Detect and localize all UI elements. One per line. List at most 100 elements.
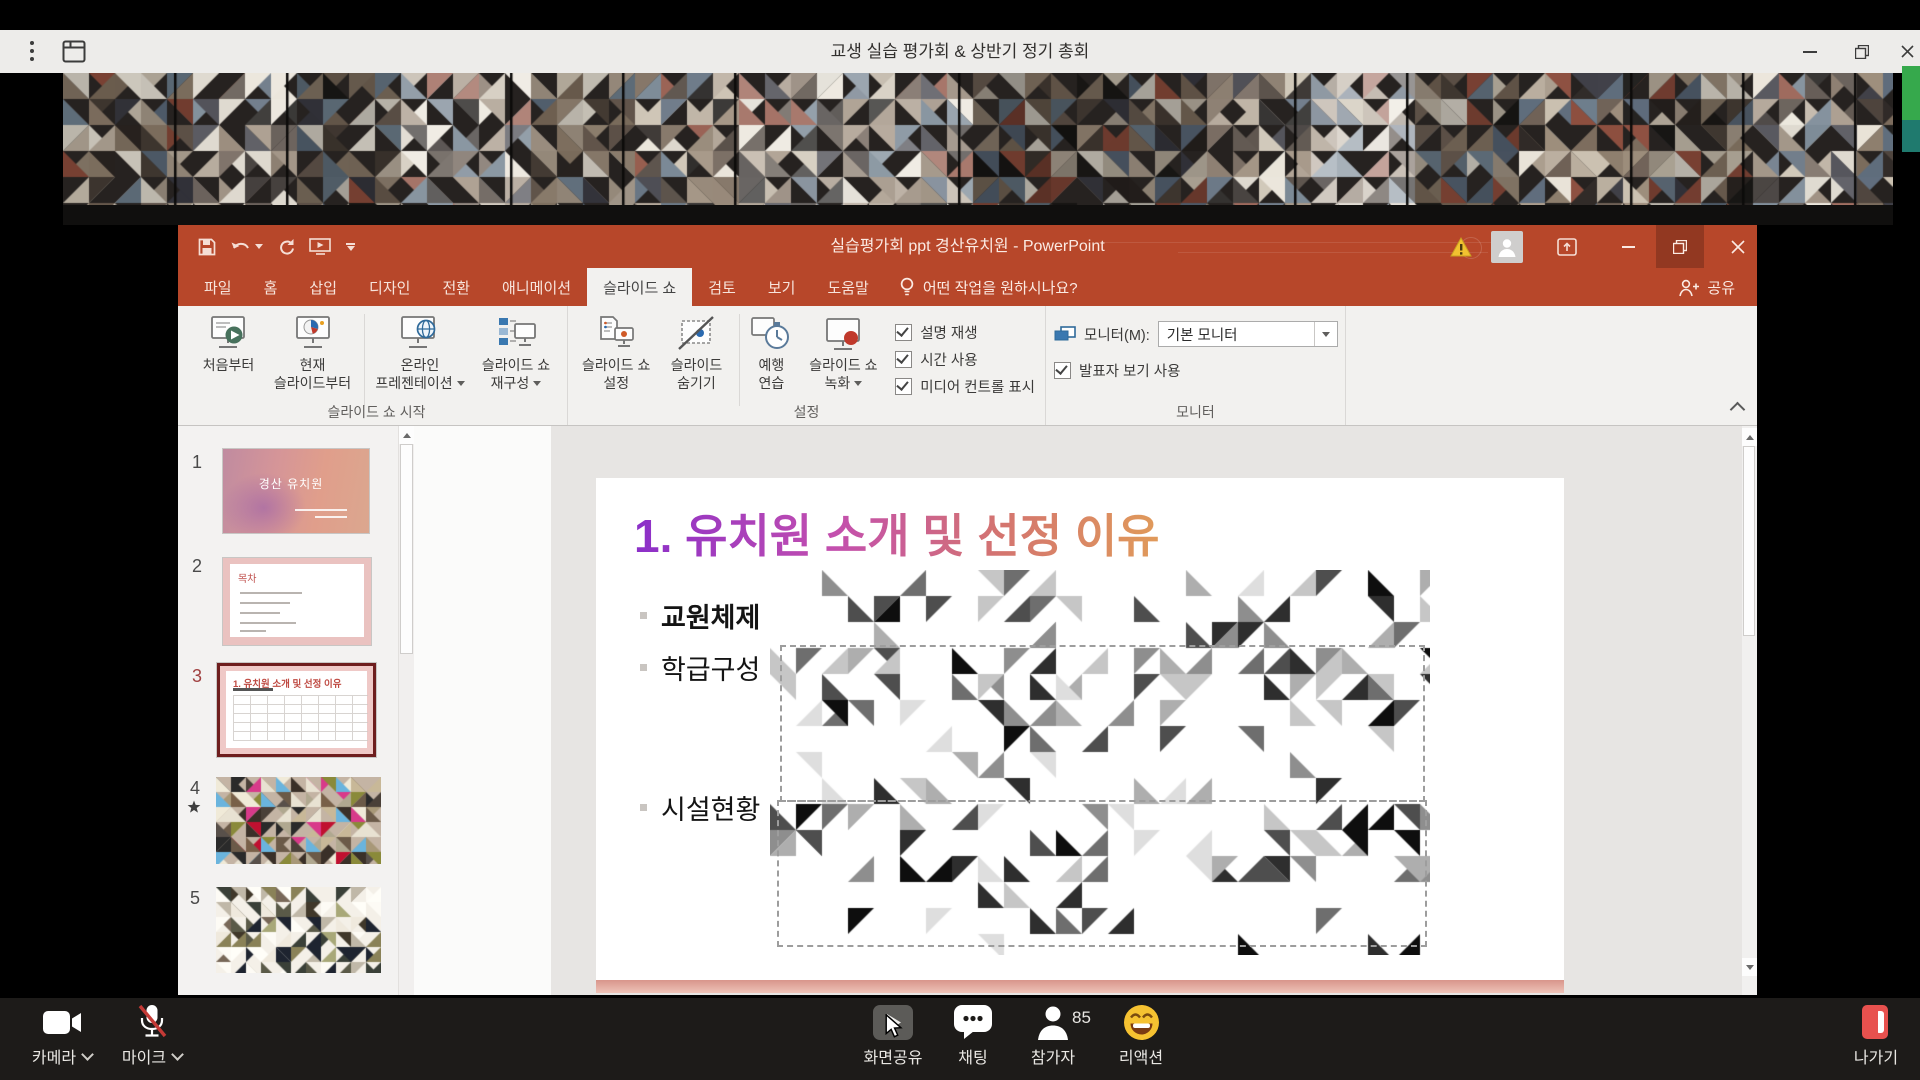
scroll-up-icon[interactable] <box>399 426 415 444</box>
tell-me-box[interactable]: 어떤 작업을 원하시나요? <box>885 268 1092 306</box>
meeting-toolbar: 카메라 마이크 화면공유 <box>0 998 1920 1080</box>
slide-bullet-3: 시설현황 <box>640 788 760 827</box>
undo-icon <box>230 239 251 255</box>
thumbnail2-title: 목차 <box>238 570 256 585</box>
tab-file[interactable]: 파일 <box>188 268 248 306</box>
ppt-restore-button[interactable] <box>1656 225 1704 268</box>
scroll-down-icon[interactable] <box>1742 958 1757 976</box>
redo-icon[interactable] <box>277 238 295 256</box>
thumbnail3-body: 1. 유치원 소개 및 선정 이유 <box>226 671 367 748</box>
meeting-window: 교생 실습 평가회 & 상반기 정기 총회 <box>0 0 1920 1080</box>
video-tile-green-edge <box>1902 66 1920 120</box>
bullet-square-icon <box>640 612 647 619</box>
slide-title: 1. 유치원 소개 및 선정 이유 <box>634 500 1159 566</box>
start-slideshow-icon[interactable] <box>309 238 332 255</box>
checkbox-use-timings[interactable]: 시간 사용 <box>895 346 1035 373</box>
scroll-up-icon[interactable] <box>1742 428 1757 446</box>
setup-doc-screen-icon <box>593 314 639 356</box>
tab-animations[interactable]: 애니메이션 <box>486 268 587 306</box>
checkbox-checked-icon <box>895 351 912 368</box>
checkbox-presenter-view[interactable]: 발표자 보기 사용 <box>1054 357 1180 384</box>
ribbon-display-options-icon[interactable] <box>1550 225 1584 268</box>
from-beginning-button[interactable]: 처음부터 <box>192 311 265 377</box>
checkbox-checked-icon <box>895 378 912 395</box>
os-restore-button[interactable] <box>1845 30 1879 73</box>
slide-number: 1 <box>192 452 202 473</box>
tab-insert[interactable]: 삽입 <box>293 268 353 306</box>
present-online-button[interactable]: 온라인 프레젠테이션 <box>369 311 471 395</box>
monitors-icon <box>1054 326 1076 343</box>
bullet-square-icon <box>640 664 647 671</box>
current-slide: 1. 유치원 소개 및 선정 이유 교원체제 학급구성 시설현황 <box>596 478 1564 980</box>
slide-number: 4 <box>190 778 200 799</box>
tab-home[interactable]: 홈 <box>248 268 294 306</box>
slide-thumbnail-2[interactable]: 목차 <box>223 558 371 645</box>
leave-button[interactable]: 나가기 <box>1836 1002 1916 1068</box>
slide-thumbnail-3-selected[interactable]: 1. 유치원 소개 및 선정 이유 <box>217 663 376 757</box>
slide-number-selected: 3 <box>192 666 202 687</box>
slide-thumbnail-4-censored[interactable] <box>216 777 381 864</box>
thumbnail3-table <box>233 695 368 741</box>
tab-review[interactable]: 검토 <box>692 268 752 306</box>
slide-bullet-1: 교원체제 <box>640 596 760 635</box>
slide-thumbnail-panel: 1 2 3 4 5 경산 유치원 목차 <box>178 426 414 995</box>
animation-star-icon <box>187 800 201 814</box>
chevron-down-icon <box>171 1048 184 1061</box>
undo-button[interactable] <box>230 239 263 255</box>
setup-slideshow-button[interactable]: 슬라이드 쇼 설정 <box>574 311 658 395</box>
tab-view[interactable]: 보기 <box>752 268 812 306</box>
account-avatar[interactable] <box>1490 225 1524 268</box>
os-minimize-button[interactable] <box>1793 30 1827 73</box>
participants-button[interactable]: 참가자 85 <box>1010 1002 1096 1068</box>
ppt-minimize-button[interactable] <box>1610 225 1646 268</box>
checkbox-show-media-controls[interactable]: 미디어 컨트롤 표시 <box>895 373 1035 400</box>
rehearse-timings-button[interactable]: 예행 연습 <box>743 311 799 395</box>
document-title: 실습평가회 ppt 경산유치원 - PowerPoint <box>478 225 1457 268</box>
checkbox-checked-icon <box>895 324 912 341</box>
meeting-top-bar: 교생 실습 평가회 & 상반기 정기 총회 <box>0 30 1920 73</box>
tab-help[interactable]: 도움말 <box>811 268 884 306</box>
tab-slideshow[interactable]: 슬라이드 쇼 <box>587 268 692 306</box>
participant-video-strip <box>63 73 1893 205</box>
camera-button[interactable]: 카메라 <box>16 1002 108 1068</box>
checkbox-play-narrations[interactable]: 설명 재생 <box>895 319 1035 346</box>
panel-slide-gap <box>414 426 551 995</box>
qat-customize-icon[interactable] <box>346 243 355 251</box>
slide-thumbnail-1[interactable]: 경산 유치원 <box>223 449 369 533</box>
reactions-button[interactable]: 리액션 <box>1102 1002 1180 1068</box>
leave-door-icon <box>1861 1004 1891 1040</box>
record-screen-icon <box>820 314 866 356</box>
custom-slideshow-button[interactable]: 슬라이드 쇼 재구성 <box>471 311 561 395</box>
thumbnail-scrollbar[interactable] <box>398 426 415 995</box>
share-button[interactable]: 공유 <box>1678 268 1735 306</box>
hide-slide-button[interactable]: 슬라이드 숨기기 <box>658 311 734 395</box>
scrollbar-thumb[interactable] <box>1743 446 1755 636</box>
tab-transitions[interactable]: 전환 <box>426 268 486 306</box>
collapse-ribbon-icon[interactable] <box>1730 402 1746 418</box>
laughing-emoji-icon <box>1123 1004 1160 1041</box>
share-person-icon <box>1678 278 1700 297</box>
group-setup: 슬라이드 쇼 설정 슬라이드 숨기기 <box>568 306 1046 425</box>
slide-thumbnail-5-censored[interactable] <box>216 887 381 973</box>
slide-number: 5 <box>190 888 200 909</box>
ribbon-tab-bar: 파일 홈 삽입 디자인 전환 애니메이션 슬라이드 쇼 검토 보기 도움말 어떤… <box>178 268 1757 306</box>
reorder-screen-icon <box>493 314 539 356</box>
mic-button-muted[interactable]: 마이크 <box>106 1002 198 1068</box>
mouse-cursor <box>884 1014 906 1038</box>
save-icon[interactable] <box>198 238 216 256</box>
select-dropdown-icon[interactable] <box>1314 322 1337 346</box>
chat-button[interactable]: 채팅 <box>938 1002 1008 1068</box>
selection-dashed-box-2 <box>777 800 1427 947</box>
monitor-select[interactable]: 기본 모니터 <box>1158 321 1338 347</box>
quick-access-toolbar <box>198 225 355 268</box>
tab-design[interactable]: 디자인 <box>353 268 426 306</box>
ppt-close-button[interactable] <box>1718 225 1757 268</box>
slide-area-scrollbar[interactable] <box>1742 426 1757 995</box>
monitor-label: 모니터(M): <box>1084 324 1150 345</box>
ribbon: 처음부터 현재 슬라이드부터 <box>178 306 1757 426</box>
slide-editing-area: 1. 유치원 소개 및 선정 이유 교원체제 학급구성 시설현황 <box>551 426 1742 995</box>
upload-pending-icon[interactable] <box>1444 225 1478 268</box>
record-slideshow-button[interactable]: 슬라이드 쇼 녹화 <box>800 311 888 395</box>
scrollbar-thumb[interactable] <box>400 444 413 654</box>
from-current-slide-button[interactable]: 현재 슬라이드부터 <box>265 311 360 395</box>
